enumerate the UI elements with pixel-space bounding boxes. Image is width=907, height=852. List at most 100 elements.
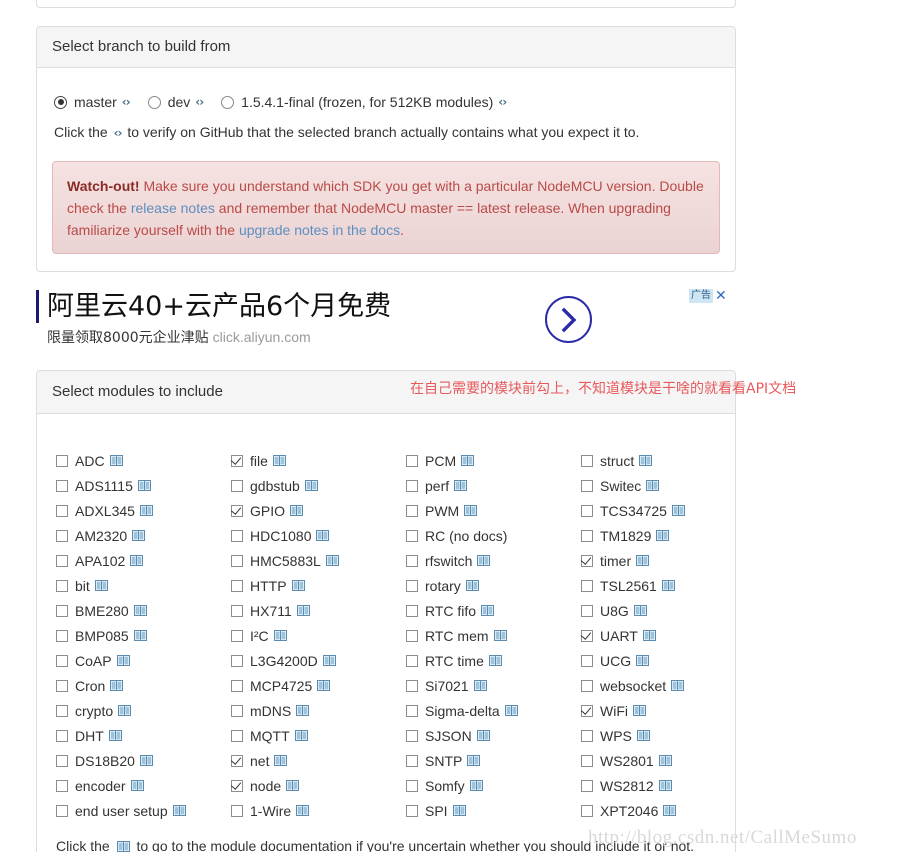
module-row[interactable]: XPT2046: [581, 798, 751, 823]
module-checkbox[interactable]: [56, 754, 68, 767]
documentation-book-icon[interactable]: [316, 530, 330, 541]
documentation-book-icon[interactable]: [461, 455, 475, 466]
module-checkbox[interactable]: [56, 454, 68, 467]
module-row[interactable]: WPS: [581, 723, 751, 748]
module-checkbox[interactable]: [56, 804, 68, 817]
documentation-book-icon[interactable]: [132, 530, 146, 541]
module-row[interactable]: ADXL345: [56, 498, 231, 523]
module-row[interactable]: RTC mem: [406, 623, 581, 648]
module-checkbox[interactable]: [581, 504, 593, 517]
branch-option-dev[interactable]: dev ‹›: [147, 94, 204, 110]
documentation-book-icon[interactable]: [296, 705, 310, 716]
module-checkbox[interactable]: [581, 454, 593, 467]
documentation-book-icon[interactable]: [464, 505, 478, 516]
documentation-book-icon[interactable]: [452, 805, 466, 816]
module-checkbox[interactable]: [581, 779, 593, 792]
ad-headline[interactable]: 阿里云40+云产品6个月免费: [47, 284, 391, 323]
documentation-book-icon[interactable]: [139, 755, 153, 766]
module-checkbox[interactable]: [581, 754, 593, 767]
module-checkbox[interactable]: [406, 679, 418, 692]
documentation-book-icon[interactable]: [488, 655, 502, 666]
module-checkbox[interactable]: [231, 554, 243, 567]
module-row[interactable]: SNTP: [406, 748, 581, 773]
module-checkbox[interactable]: [56, 704, 68, 717]
documentation-book-icon[interactable]: [465, 580, 479, 591]
documentation-book-icon[interactable]: [296, 605, 310, 616]
module-checkbox[interactable]: [56, 679, 68, 692]
documentation-book-icon[interactable]: [469, 780, 483, 791]
documentation-book-icon[interactable]: [633, 705, 646, 716]
documentation-book-icon[interactable]: [94, 580, 108, 591]
module-row[interactable]: WS2812: [581, 773, 751, 798]
module-checkbox[interactable]: [406, 479, 418, 492]
module-checkbox[interactable]: [231, 779, 243, 792]
module-checkbox[interactable]: [56, 479, 68, 492]
module-row[interactable]: encoder: [56, 773, 231, 798]
documentation-book-icon[interactable]: [658, 780, 672, 791]
module-checkbox[interactable]: [406, 579, 418, 592]
documentation-book-icon[interactable]: [291, 580, 305, 591]
documentation-book-icon[interactable]: [646, 480, 660, 491]
module-row[interactable]: DHT: [56, 723, 231, 748]
module-row[interactable]: U8G: [581, 598, 751, 623]
documentation-book-icon[interactable]: [139, 505, 153, 516]
module-checkbox[interactable]: [406, 729, 418, 742]
module-row[interactable]: RC (no docs): [406, 523, 581, 548]
module-row[interactable]: UCG: [581, 648, 751, 673]
module-checkbox[interactable]: [406, 779, 418, 792]
module-row[interactable]: CoAP: [56, 648, 231, 673]
close-icon[interactable]: ✕: [715, 289, 727, 303]
documentation-book-icon[interactable]: [473, 680, 487, 691]
documentation-book-icon[interactable]: [639, 455, 653, 466]
documentation-book-icon[interactable]: [467, 755, 481, 766]
module-row[interactable]: ADC: [56, 448, 231, 473]
module-checkbox[interactable]: [406, 504, 418, 517]
module-checkbox[interactable]: [231, 604, 243, 617]
module-row[interactable]: BMP085: [56, 623, 231, 648]
module-checkbox[interactable]: [581, 679, 593, 692]
documentation-book-icon[interactable]: [109, 455, 123, 466]
module-checkbox[interactable]: [231, 729, 243, 742]
module-row[interactable]: Cron: [56, 673, 231, 698]
documentation-book-icon[interactable]: [656, 530, 670, 541]
radio-dev[interactable]: [147, 95, 161, 109]
module-row[interactable]: DS18B20: [56, 748, 231, 773]
documentation-book-icon[interactable]: [130, 555, 144, 566]
module-checkbox[interactable]: [406, 604, 418, 617]
module-checkbox[interactable]: [56, 729, 68, 742]
module-row[interactable]: APA102: [56, 548, 231, 573]
module-checkbox[interactable]: [581, 704, 593, 717]
branch-option-1541-final[interactable]: 1.5.4.1-final (frozen, for 512KB modules…: [221, 94, 507, 110]
documentation-book-icon[interactable]: [108, 730, 122, 741]
module-row[interactable]: AM2320: [56, 523, 231, 548]
module-row[interactable]: RTC time: [406, 648, 581, 673]
module-checkbox[interactable]: [231, 654, 243, 667]
documentation-book-icon[interactable]: [636, 730, 650, 741]
documentation-book-icon[interactable]: [130, 780, 144, 791]
upgrade-notes-link[interactable]: upgrade notes in the docs: [239, 222, 400, 238]
module-checkbox[interactable]: [581, 479, 593, 492]
module-checkbox[interactable]: [581, 554, 593, 567]
module-checkbox[interactable]: [581, 654, 593, 667]
documentation-book-icon[interactable]: [633, 605, 647, 616]
module-row[interactable]: rotary: [406, 573, 581, 598]
module-row[interactable]: timer: [581, 548, 751, 573]
module-checkbox[interactable]: [581, 804, 593, 817]
module-row[interactable]: perf: [406, 473, 581, 498]
module-checkbox[interactable]: [581, 604, 593, 617]
documentation-book-icon[interactable]: [661, 580, 675, 591]
documentation-book-icon[interactable]: [133, 605, 147, 616]
module-checkbox[interactable]: [581, 529, 593, 542]
module-checkbox[interactable]: [406, 529, 418, 542]
module-row[interactable]: BME280: [56, 598, 231, 623]
advertisement-banner[interactable]: 阿里云40+云产品6个月免费 限量领取8000元企业津贴 click.aliyun…: [36, 285, 736, 360]
module-row[interactable]: MCP4725: [231, 673, 406, 698]
documentation-book-icon[interactable]: [322, 655, 336, 666]
code-brackets-icon[interactable]: ‹›: [498, 95, 507, 109]
module-row[interactable]: ADS1115: [56, 473, 231, 498]
module-checkbox[interactable]: [406, 454, 418, 467]
module-row[interactable]: Si7021: [406, 673, 581, 698]
module-row[interactable]: TCS34725: [581, 498, 751, 523]
documentation-book-icon[interactable]: [273, 630, 287, 641]
module-row[interactable]: gdbstub: [231, 473, 406, 498]
